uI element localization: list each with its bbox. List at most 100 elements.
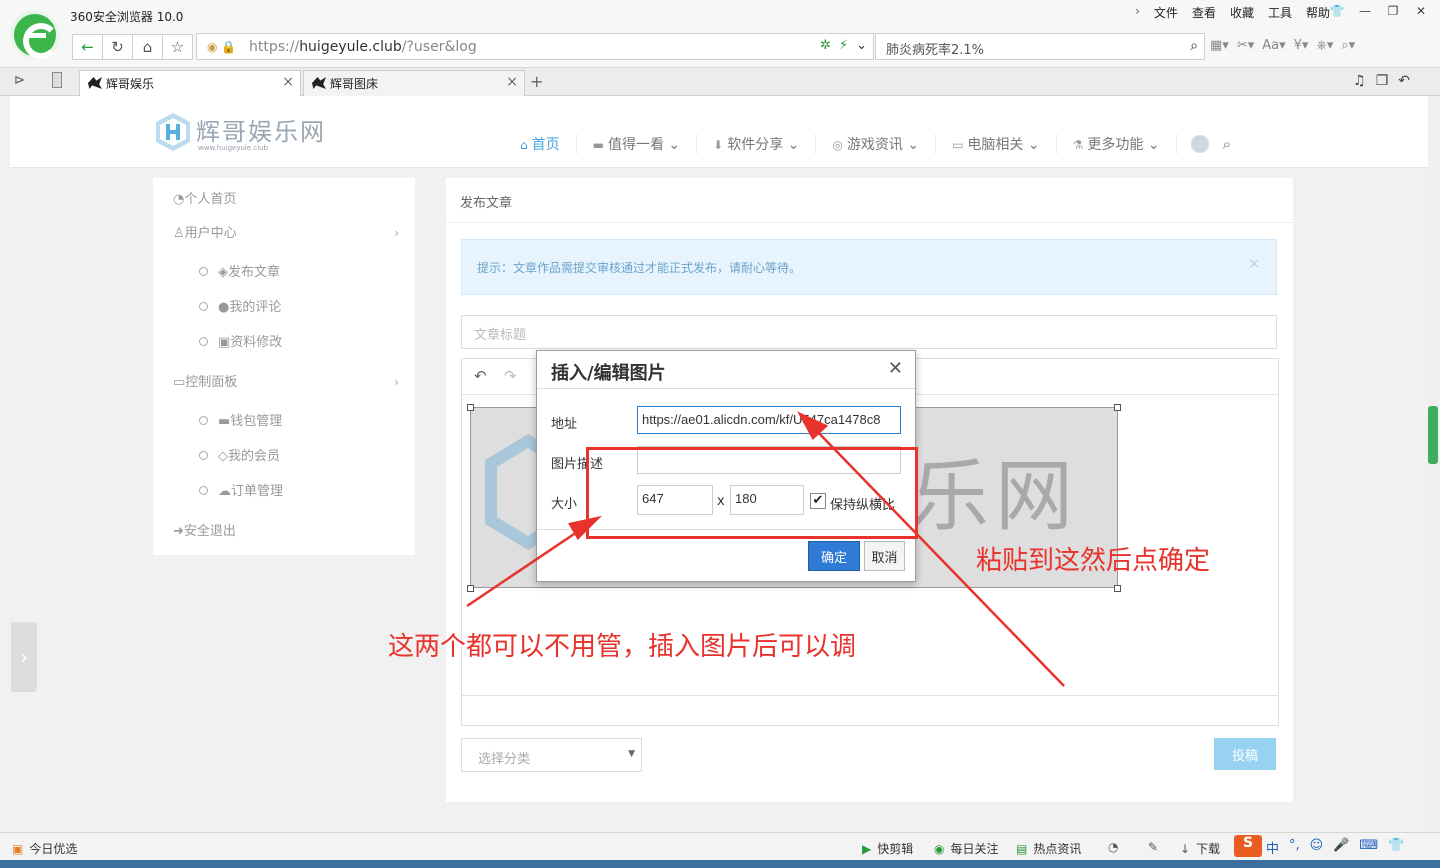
tab-close-icon[interactable]: ×: [282, 74, 294, 90]
resize-handle[interactable]: [467, 404, 474, 411]
category-select[interactable]: 选择分类 ▼: [461, 738, 642, 772]
search-text[interactable]: 肺炎病死率2.1%: [886, 39, 984, 58]
site-header: 辉哥娱乐网 www.huigeyule.club ⌂ 首页 ▬ 值得一看 ⌄ ⬇ 软件…: [10, 96, 1430, 168]
zoom-icon[interactable]: ⌕▾: [1341, 38, 1355, 53]
redo-icon[interactable]: ↷: [504, 367, 517, 385]
status-hot-news[interactable]: ▤ 热点资讯: [1016, 840, 1081, 857]
sogou-ime-icon[interactable]: S: [1234, 835, 1262, 857]
cancel-button[interactable]: 取消: [864, 541, 905, 571]
resize-handle[interactable]: [1114, 404, 1121, 411]
search-icon[interactable]: ⌕: [1190, 38, 1198, 54]
status-download[interactable]: ↓ 下载: [1180, 840, 1220, 857]
menu-view[interactable]: 查看: [1192, 4, 1216, 21]
apps-icon[interactable]: ▦▾: [1210, 38, 1229, 53]
tab-close-icon[interactable]: ×: [506, 74, 518, 90]
status-quick-edit[interactable]: ▶ 快剪辑: [862, 840, 913, 857]
speed-mode-icon[interactable]: ⚡: [839, 38, 848, 53]
tab-list-icon[interactable]: ❐: [1376, 73, 1389, 89]
undo-close-icon[interactable]: ↶: [1398, 73, 1410, 89]
ok-button[interactable]: 确定: [808, 541, 860, 571]
page-scrollbar[interactable]: [1428, 96, 1438, 832]
ime-emoji-icon[interactable]: ☺: [1310, 838, 1324, 857]
submit-button[interactable]: 投稿: [1214, 738, 1276, 770]
diamond-icon: ◇: [218, 449, 228, 464]
nav-more[interactable]: ⚗ 更多功能 ⌄: [1057, 134, 1177, 154]
headset-icon[interactable]: ♫: [1353, 73, 1366, 89]
address-label: 地址: [551, 417, 578, 432]
undo-icon[interactable]: ↶: [474, 367, 487, 385]
refresh-button[interactable]: ↻: [102, 34, 133, 60]
sidebar-item-user-center[interactable]: ♙用户中心: [173, 222, 237, 241]
game-icon[interactable]: ⎈▾: [1316, 38, 1333, 53]
tab-huige-yule[interactable]: 辉哥娱乐 ×: [79, 70, 301, 97]
id-card-icon: ▣: [218, 335, 231, 350]
ime-keyboard-icon[interactable]: ⌨: [1359, 838, 1378, 857]
home-button[interactable]: ⌂: [132, 34, 163, 60]
address-dropdown-icon[interactable]: ⌄: [856, 38, 867, 53]
favorite-star-button[interactable]: ☆: [162, 34, 193, 60]
sidebar-item-control-panel[interactable]: ▭控制面板: [173, 371, 237, 390]
site-logo-text[interactable]: 辉哥娱乐网: [196, 112, 326, 147]
site-logo-icon[interactable]: [155, 112, 191, 152]
menu-tools[interactable]: 工具: [1268, 4, 1292, 21]
minimize-button[interactable]: —: [1352, 2, 1378, 20]
menu-favorites[interactable]: 收藏: [1230, 4, 1254, 21]
nav-home[interactable]: ⌂ 首页: [504, 134, 577, 154]
user-avatar[interactable]: [1190, 135, 1209, 153]
dialog-title: 插入/编辑图片: [551, 363, 666, 384]
nav-computer[interactable]: ▭ 电脑相关 ⌄: [936, 134, 1057, 154]
browser-search-box[interactable]: 肺炎病死率2.1% ⌕: [875, 33, 1205, 60]
sidebar-item-orders[interactable]: ☁订单管理: [199, 480, 283, 499]
sidebar-toggle-icon[interactable]: ⊳: [14, 73, 25, 88]
window-controls: 👕 — ❐ ✕: [1324, 2, 1434, 20]
screenshot-icon[interactable]: ✂▾: [1237, 38, 1254, 53]
restore-button[interactable]: ❐: [1380, 2, 1406, 20]
status-pin-icon[interactable]: ✎: [1148, 840, 1164, 854]
home-icon: ⌂: [520, 138, 528, 152]
back-button[interactable]: ←: [72, 34, 103, 60]
article-title-input[interactable]: 文章标题: [461, 315, 1277, 349]
nav-games[interactable]: ◎ 游戏资讯 ⌄: [816, 134, 937, 154]
new-tab-button[interactable]: +: [530, 72, 543, 91]
sidebar-item-comments[interactable]: ●我的评论: [199, 296, 281, 315]
address-bar[interactable]: ◉ 🔒 https://huigeyule.club/?user&log ✲ ⚡…: [196, 33, 874, 60]
resize-handle[interactable]: [1114, 585, 1121, 592]
site-search-icon[interactable]: ⌕: [1223, 135, 1231, 153]
scrollbar-thumb[interactable]: [1428, 406, 1438, 464]
dialog-close-icon[interactable]: ✕: [888, 358, 903, 379]
status-daily-follow[interactable]: ◉ 每日关注: [934, 840, 999, 857]
nav-software[interactable]: ⬇ 软件分享 ⌄: [697, 134, 817, 154]
ime-skin-icon[interactable]: 👕: [1388, 838, 1404, 857]
ime-voice-icon[interactable]: 🎤: [1333, 838, 1349, 857]
alert-close-icon[interactable]: ×: [1248, 256, 1260, 272]
tab-panel-icon[interactable]: [52, 72, 62, 88]
compat-mode-icon[interactable]: ✲: [820, 38, 831, 53]
desktop-icon: ▭: [173, 375, 186, 390]
address-url[interactable]: https://huigeyule.club/?user&log: [249, 39, 477, 55]
download-arrow-icon: ↓: [1180, 842, 1191, 856]
resize-handle[interactable]: [467, 585, 474, 592]
menu-file[interactable]: 文件: [1154, 4, 1178, 21]
side-expand-button[interactable]: ›: [11, 622, 37, 692]
ime-language[interactable]: 中: [1266, 838, 1279, 857]
close-window-button[interactable]: ✕: [1408, 2, 1434, 20]
sidebar-item-logout[interactable]: ➜安全退出: [173, 520, 236, 539]
menu-expand-icon[interactable]: ›: [1135, 4, 1140, 21]
pdf-icon[interactable]: Aa▾: [1262, 38, 1285, 53]
image-url-input[interactable]: https://ae01.alicdn.com/kf/U547ca1478c8: [637, 406, 901, 434]
skin-icon[interactable]: 👕: [1324, 2, 1350, 20]
sidebar-item-publish[interactable]: ◈发布文章: [199, 261, 280, 280]
browser-statusbar: ▣ 今日优选 ▶ 快剪辑 ◉ 每日关注 ▤ 热点资讯 ◔ ✎ ↓ 下载: [0, 832, 1440, 860]
notice-alert: 提示：文章作品需提交审核通过才能正式发布，请耐心等待。 ×: [461, 239, 1277, 295]
status-speed-icon[interactable]: ◔: [1108, 840, 1124, 854]
editor-statusbar: [462, 695, 1278, 725]
ime-punct-icon[interactable]: °,: [1289, 838, 1300, 857]
nav-worth-seeing[interactable]: ▬ 值得一看 ⌄: [577, 134, 698, 154]
sidebar-item-membership[interactable]: ◇我的会员: [199, 445, 280, 464]
status-today-picks[interactable]: ▣ 今日优选: [12, 840, 77, 857]
sidebar-item-home[interactable]: ◔个人首页: [173, 188, 236, 207]
sidebar-item-wallet[interactable]: ▬钱包管理: [199, 410, 282, 429]
sidebar-item-profile[interactable]: ▣资料修改: [199, 331, 282, 350]
tab-huige-tuchuang[interactable]: 辉哥图床 ×: [303, 70, 525, 96]
shopping-icon[interactable]: ¥▾: [1294, 38, 1309, 53]
